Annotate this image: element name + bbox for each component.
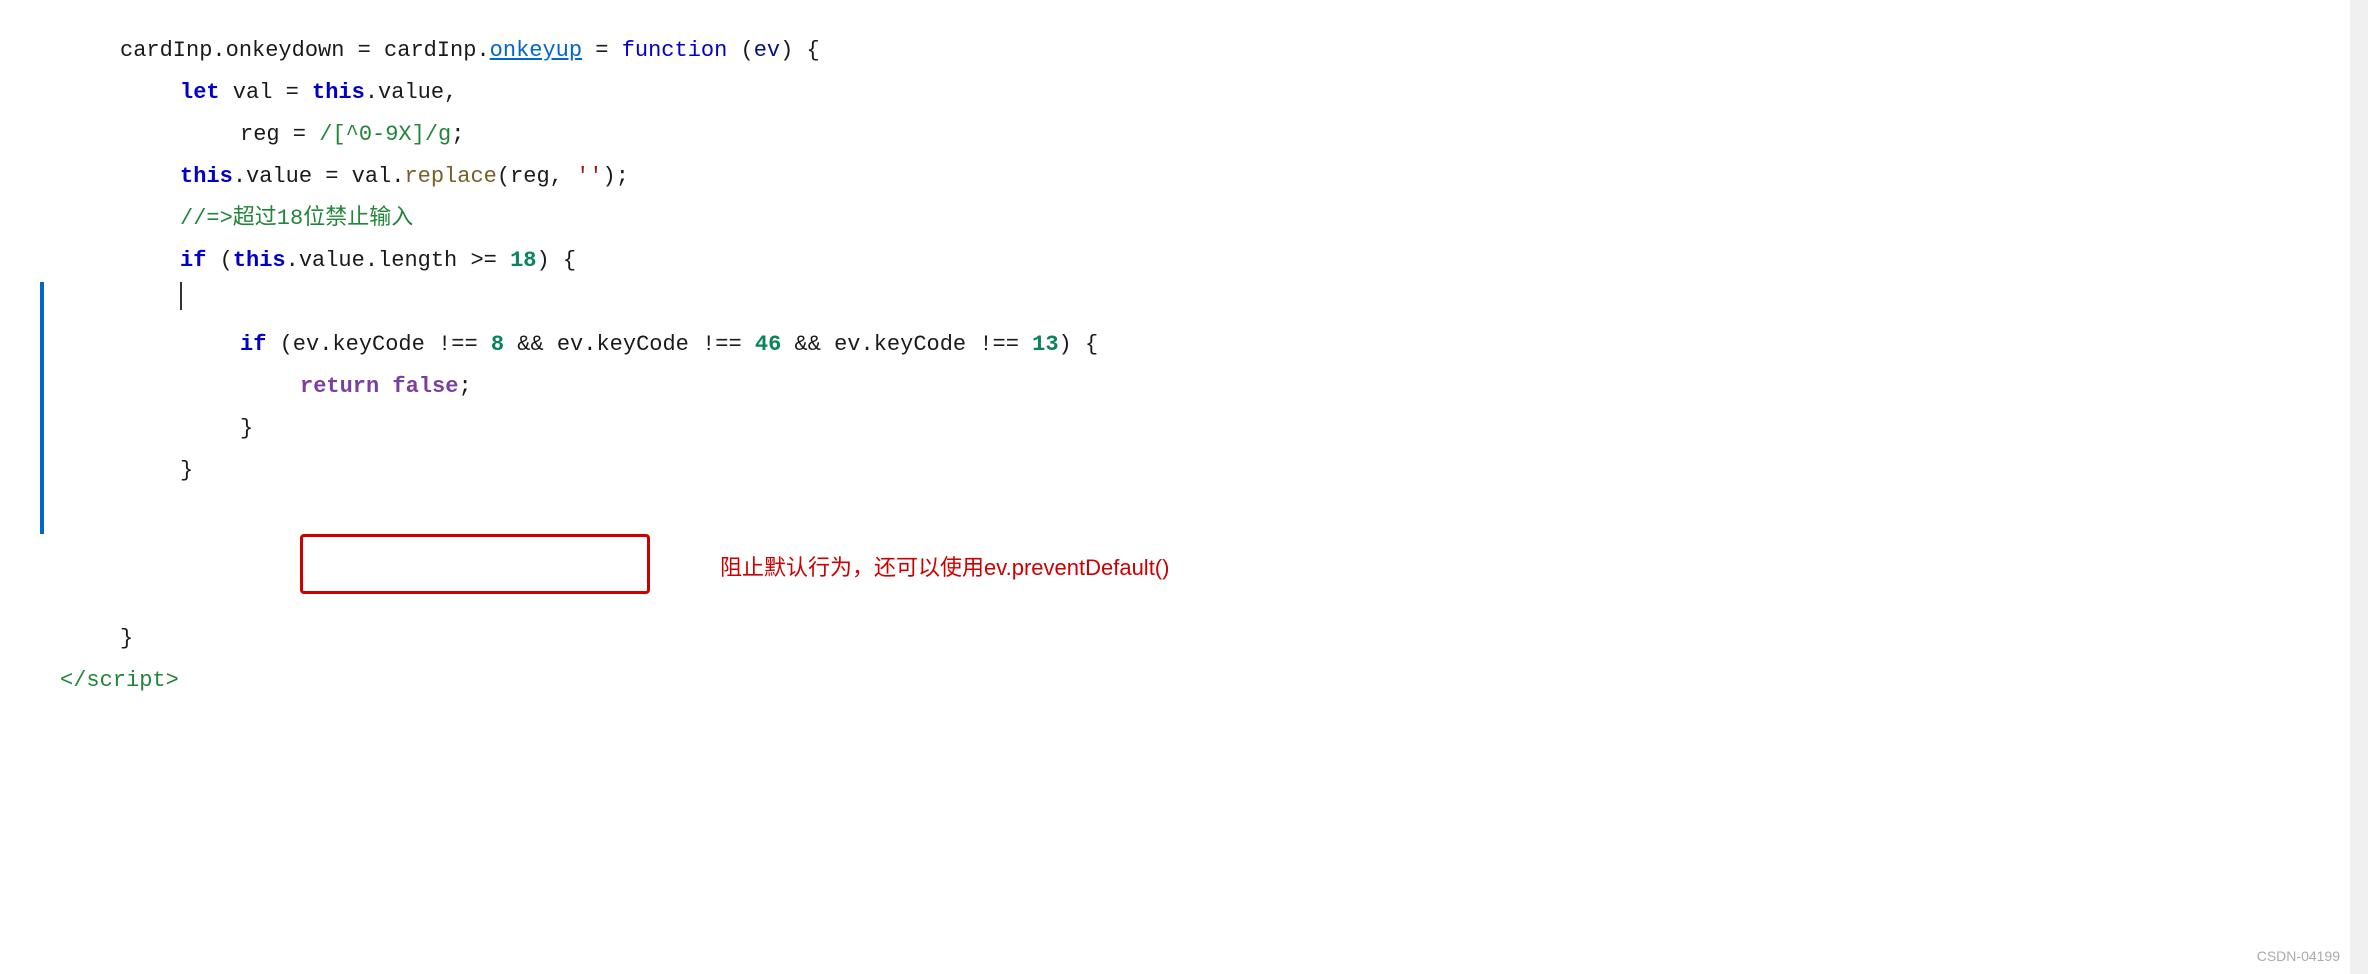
comment-line: //=>超过18位禁止输入 bbox=[180, 198, 413, 240]
closing-tag: </script> bbox=[60, 660, 179, 702]
code-line-13: } bbox=[60, 618, 2368, 660]
text-cursor bbox=[180, 282, 182, 310]
code-text: (ev.keyCode !== bbox=[266, 324, 490, 366]
code-text: .value.length >= bbox=[286, 240, 510, 282]
keyword-if: if bbox=[180, 240, 206, 282]
code-line-1: cardInp.onkeydown = cardInp.onkeyup = fu… bbox=[60, 30, 2368, 72]
code-line-3: reg = /[^0-9X]/g; bbox=[60, 114, 2368, 156]
keyword-let: let bbox=[180, 72, 220, 114]
regex: /[^0-9X]/g bbox=[319, 114, 451, 156]
number-46: 46 bbox=[755, 324, 781, 366]
code-text: .value = val. bbox=[233, 156, 405, 198]
code-text: && ev.keyCode !== bbox=[781, 324, 1032, 366]
keyword-this: this bbox=[312, 72, 365, 114]
watermark: CSDN-04199 bbox=[2257, 948, 2340, 964]
code-container: cardInp.onkeydown = cardInp.onkeyup = fu… bbox=[0, 0, 2368, 974]
code-line-12 bbox=[60, 492, 2368, 618]
string-empty: '' bbox=[576, 156, 602, 198]
code-text: ( bbox=[727, 30, 753, 72]
param-ev: ev bbox=[754, 30, 780, 72]
keyword-false: false bbox=[392, 366, 458, 408]
keyword-this: this bbox=[180, 156, 233, 198]
code-line-2: let val = this.value, bbox=[60, 72, 2368, 114]
number-18: 18 bbox=[510, 240, 536, 282]
code-text: } bbox=[240, 408, 253, 450]
code-line-11: } bbox=[60, 450, 2368, 492]
code-line-5: //=>超过18位禁止输入 bbox=[60, 198, 2368, 240]
code-line-9: return false; bbox=[60, 366, 2368, 408]
scrollbar[interactable] bbox=[2350, 0, 2368, 974]
code-text: } bbox=[180, 450, 193, 492]
code-text: .value, bbox=[365, 72, 457, 114]
code-text: ) { bbox=[536, 240, 576, 282]
keyword-function: function bbox=[622, 30, 728, 72]
code-line-6: if (this.value.length >= 18) { bbox=[60, 240, 2368, 282]
code-text: ; bbox=[451, 114, 464, 156]
code-line-10: } bbox=[60, 408, 2368, 450]
left-bar-outer bbox=[40, 282, 44, 534]
code-text bbox=[379, 366, 392, 408]
keyword-return: return bbox=[300, 366, 379, 408]
code-text: ); bbox=[603, 156, 629, 198]
code-text: (reg, bbox=[497, 156, 576, 198]
code-text: ) { bbox=[780, 30, 820, 72]
code-text: && ev.keyCode !== bbox=[504, 324, 755, 366]
code-line-14: </script> bbox=[60, 660, 2368, 702]
code-text: val = bbox=[220, 72, 312, 114]
code-text: ) { bbox=[1059, 324, 1099, 366]
code-text: reg = bbox=[240, 114, 319, 156]
method-replace: replace bbox=[404, 156, 496, 198]
code-text: } bbox=[120, 618, 133, 660]
number-13: 13 bbox=[1032, 324, 1058, 366]
code-text: ( bbox=[206, 240, 232, 282]
keyword-this: this bbox=[233, 240, 286, 282]
annotation-text: 阻止默认行为，还可以使用ev.preventDefault() bbox=[720, 550, 1169, 582]
code-text: cardInp.onkeydown = cardInp. bbox=[120, 30, 490, 72]
code-line-4: this.value = val.replace(reg, ''); bbox=[60, 156, 2368, 198]
keyword-if-2: if bbox=[240, 324, 266, 366]
number-8: 8 bbox=[491, 324, 504, 366]
code-text: ; bbox=[458, 366, 471, 408]
code-line-7 bbox=[60, 282, 2368, 324]
code-line-8: if (ev.keyCode !== 8 && ev.keyCode !== 4… bbox=[60, 324, 2368, 366]
onkeyup-link[interactable]: onkeyup bbox=[490, 30, 582, 72]
code-text: = bbox=[582, 30, 622, 72]
